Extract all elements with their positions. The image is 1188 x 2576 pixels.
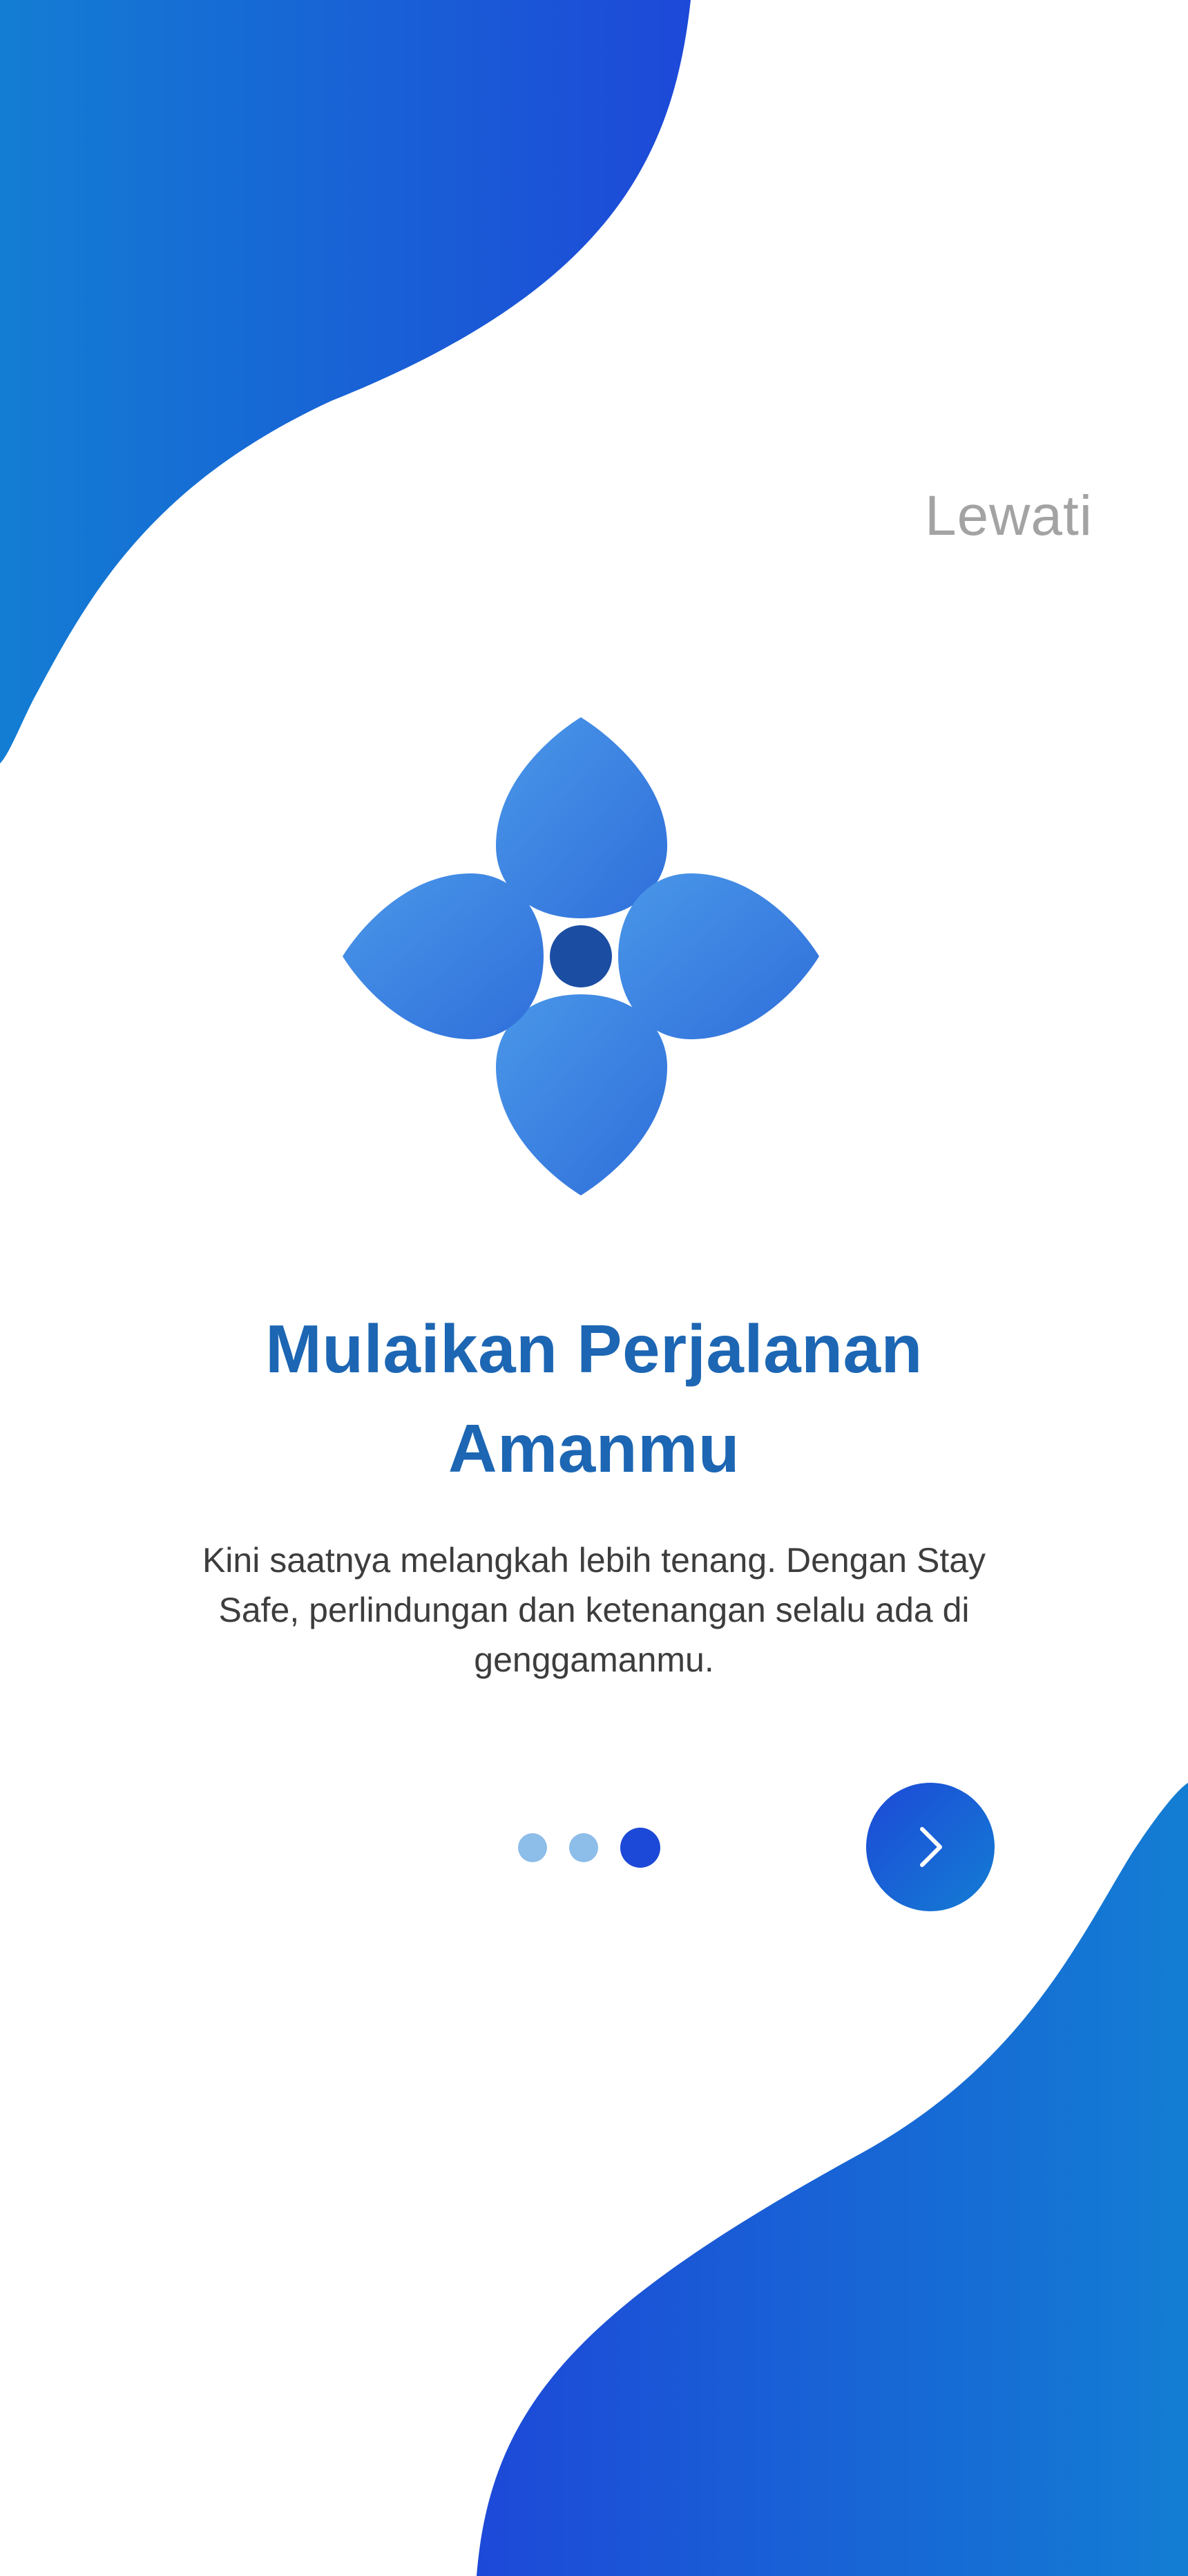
page-dot-1[interactable]: [518, 1833, 547, 1862]
bottom-wave-decoration: [477, 1783, 1188, 2576]
next-button[interactable]: [866, 1783, 995, 1911]
page-indicator: [518, 1827, 660, 1868]
title-line-1: Mulaikan Perjalanan: [265, 1311, 923, 1387]
skip-button[interactable]: Lewati: [925, 484, 1093, 549]
flower-logo-icon: [343, 717, 819, 1195]
page-dot-3-active[interactable]: [620, 1828, 660, 1868]
top-wave-decoration: [0, 0, 691, 764]
title-line-2: Amanmu: [448, 1410, 740, 1486]
chevron-right-icon: [920, 1827, 942, 1867]
onboarding-description: Kini saatnya melangkah lebih tenang. Den…: [202, 1541, 986, 1679]
onboarding-screen: Lewati Mulaikan Perjalanan Amanmu Kini s…: [0, 0, 1188, 2576]
page-dot-2[interactable]: [569, 1833, 598, 1862]
onboarding-title: Mulaikan Perjalanan Amanmu: [0, 1299, 1188, 1498]
